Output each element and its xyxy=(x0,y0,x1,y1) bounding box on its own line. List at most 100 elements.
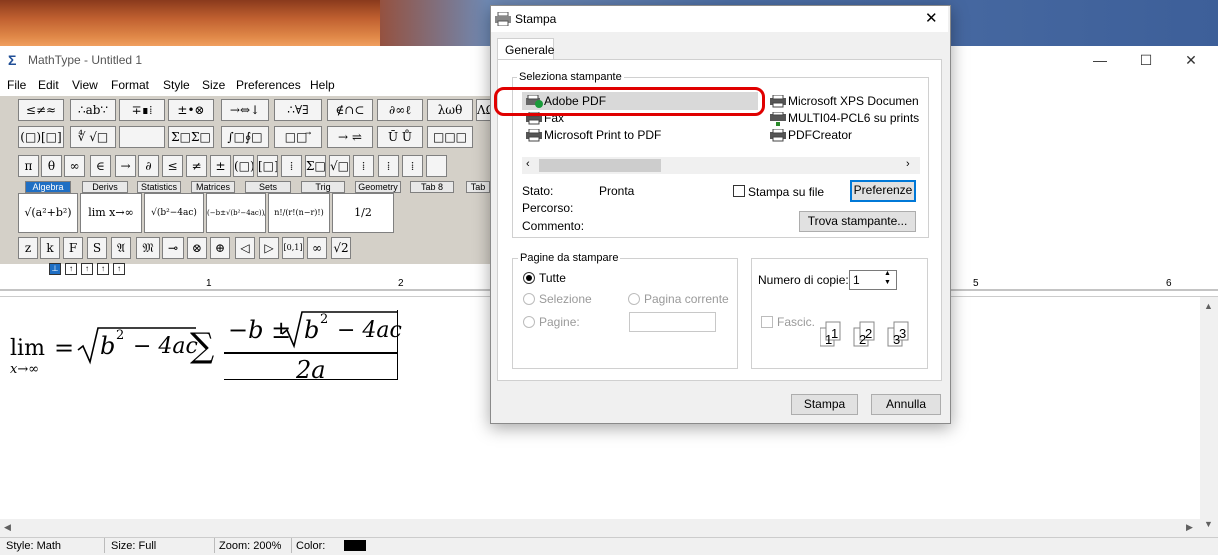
menu-file[interactable]: File xyxy=(7,78,26,92)
tab-trig[interactable]: Trig xyxy=(301,181,345,193)
palette-paren[interactable]: (□) xyxy=(233,155,254,177)
palette-sqrt[interactable]: ⁞ xyxy=(353,155,374,177)
radio-all[interactable] xyxy=(523,272,535,284)
small-right-triangle[interactable]: ▷ xyxy=(259,237,279,259)
small-left-triangle[interactable]: ◁ xyxy=(235,237,255,259)
small-fraktur-m[interactable]: 𝔐 xyxy=(136,237,160,259)
template-discriminant[interactable]: √(b²−4ac) xyxy=(144,193,204,233)
palette-arrow[interactable]: → xyxy=(115,155,136,177)
palette-sets[interactable]: ∉∩⊂ xyxy=(327,99,373,121)
palette-subsup[interactable] xyxy=(426,155,447,177)
palette-sums[interactable]: Σ□Σ□ xyxy=(168,126,214,148)
small-interval[interactable]: [0,1] xyxy=(282,237,304,259)
small-fraktur-a[interactable]: 𝔄 xyxy=(111,237,131,259)
copies-spin-up-icon[interactable]: ▲ xyxy=(884,270,891,277)
scroll-left-icon[interactable]: ◀ xyxy=(4,522,11,533)
printer-item-xps[interactable]: Microsoft XPS Documen xyxy=(788,94,918,108)
scroll-right-icon[interactable]: ▶ xyxy=(1186,522,1193,533)
palette-bracket[interactable]: [□] xyxy=(257,155,278,177)
printer-item-ms-print-to-pdf[interactable]: Microsoft Print to PDF xyxy=(544,128,661,142)
radio-current-page[interactable] xyxy=(628,293,640,305)
small-s[interactable]: S xyxy=(87,237,107,259)
tab-stop-left-icon[interactable]: ⊥ xyxy=(49,263,61,275)
palette-logic[interactable]: ∴∀∃ xyxy=(274,99,322,121)
find-printer-button[interactable]: Trova stampante... xyxy=(799,211,916,232)
template-hypot[interactable]: √(a²+b²) xyxy=(18,193,78,233)
small-infinity[interactable]: ∞ xyxy=(307,237,327,259)
tab-8[interactable]: Tab 8 xyxy=(410,181,454,193)
list-scroll-left-icon[interactable]: ‹ xyxy=(526,158,530,170)
palette-blank[interactable] xyxy=(119,126,165,148)
tab-stop-right-icon[interactable]: ↑ xyxy=(81,263,93,275)
small-z[interactable]: z xyxy=(18,237,38,259)
printer-item-multi04[interactable]: MULTI04-PCL6 su printse xyxy=(788,111,919,125)
menu-size[interactable]: Size xyxy=(202,78,225,92)
printer-list-scrollbar[interactable]: ‹ › xyxy=(522,157,920,174)
template-half[interactable]: 1/2 xyxy=(332,193,394,233)
palette-infinity[interactable]: ∞ xyxy=(64,155,85,177)
small-oplus[interactable]: ⊕ xyxy=(210,237,230,259)
palette-relations[interactable]: ≤≠≈ xyxy=(18,99,64,121)
small-multimap[interactable]: ⊸ xyxy=(162,237,184,259)
print-button[interactable]: Stampa xyxy=(791,394,858,415)
scroll-down-icon[interactable]: ▼ xyxy=(1204,519,1213,529)
tab-statistics[interactable]: Statistics xyxy=(137,181,181,193)
list-scroll-right-icon[interactable]: › xyxy=(906,158,910,170)
palette-neq[interactable]: ≠ xyxy=(186,155,207,177)
palette-products[interactable]: Ū Ů xyxy=(377,126,423,148)
close-icon[interactable]: ✕ xyxy=(1181,52,1201,68)
radio-pages[interactable] xyxy=(523,316,535,328)
tab-9[interactable]: Tab xyxy=(466,181,490,193)
palette-fences[interactable]: (□)[□] xyxy=(18,126,64,148)
tab-geometry[interactable]: Geometry xyxy=(355,181,401,193)
tab-matrices[interactable]: Matrices xyxy=(191,181,235,193)
menu-preferences[interactable]: Preferences xyxy=(236,78,301,92)
scroll-up-icon[interactable]: ▲ xyxy=(1204,301,1213,311)
palette-sup[interactable]: ⁞ xyxy=(402,155,423,177)
preferences-button[interactable]: Preferenze xyxy=(850,180,916,202)
menu-format[interactable]: Format xyxy=(111,78,149,92)
status-color-swatch[interactable] xyxy=(344,540,366,551)
palette-spaces[interactable]: ∴ab∵ xyxy=(70,99,116,121)
palette-misc[interactable]: ∂∞ℓ xyxy=(377,99,423,121)
small-k[interactable]: k xyxy=(40,237,60,259)
palette-greek-lower[interactable]: λωθ xyxy=(427,99,473,121)
palette-brace[interactable]: ⁞ xyxy=(281,155,302,177)
palette-sub[interactable]: ⁞ xyxy=(378,155,399,177)
palette-fractions[interactable]: ∜ √□ xyxy=(70,126,116,148)
palette-operators[interactable]: ±•⊗ xyxy=(168,99,214,121)
vertical-scrollbar[interactable]: ▲ ▼ xyxy=(1200,297,1218,537)
tab-stop-center-icon[interactable]: ↑ xyxy=(65,263,77,275)
tab-stop-decimal-icon[interactable]: ↑ xyxy=(97,263,109,275)
cancel-button[interactable]: Annulla xyxy=(871,394,941,415)
radio-selection[interactable] xyxy=(523,293,535,305)
small-sqrt2[interactable]: √2 xyxy=(331,237,351,259)
palette-theta[interactable]: θ xyxy=(41,155,62,177)
tab-sets[interactable]: Sets xyxy=(245,181,291,193)
copies-input[interactable]: 1 ▲ ▼ xyxy=(849,270,897,290)
maximize-icon[interactable]: ☐ xyxy=(1136,52,1156,68)
small-otimes[interactable]: ⊗ xyxy=(187,237,207,259)
palette-integrals[interactable]: ∫□∮□ xyxy=(221,126,269,148)
template-binomial[interactable]: n!/(r!(n−r)!) xyxy=(268,193,330,233)
palette-sum[interactable]: √□ xyxy=(329,155,350,177)
tab-derivs[interactable]: Derivs xyxy=(82,181,128,193)
menu-style[interactable]: Style xyxy=(163,78,190,92)
list-scroll-thumb[interactable] xyxy=(539,159,661,172)
palette-matrices[interactable]: □□□ xyxy=(427,126,473,148)
small-f[interactable]: F xyxy=(63,237,83,259)
palette-leq[interactable]: ≤ xyxy=(162,155,183,177)
print-to-file-checkbox[interactable] xyxy=(733,185,745,197)
palette-embellish[interactable]: ∓∎⁞ xyxy=(119,99,165,121)
menu-help[interactable]: Help xyxy=(310,78,335,92)
palette-element[interactable]: ∈ xyxy=(90,155,111,177)
copies-spin-down-icon[interactable]: ▼ xyxy=(884,279,891,286)
dialog-close-icon[interactable]: ✕ xyxy=(925,9,938,27)
horizontal-scrollbar[interactable]: ◀ ▶ xyxy=(0,519,1200,537)
palette-partial[interactable]: ∂ xyxy=(138,155,159,177)
collate-checkbox[interactable] xyxy=(761,316,773,328)
template-quadratic[interactable]: (−b±√(b²−4ac))/2a xyxy=(206,193,266,233)
template-limit[interactable]: lim x→∞ xyxy=(80,193,142,233)
tab-algebra[interactable]: Algebra xyxy=(25,181,71,193)
palette-pi[interactable]: π xyxy=(18,155,39,177)
